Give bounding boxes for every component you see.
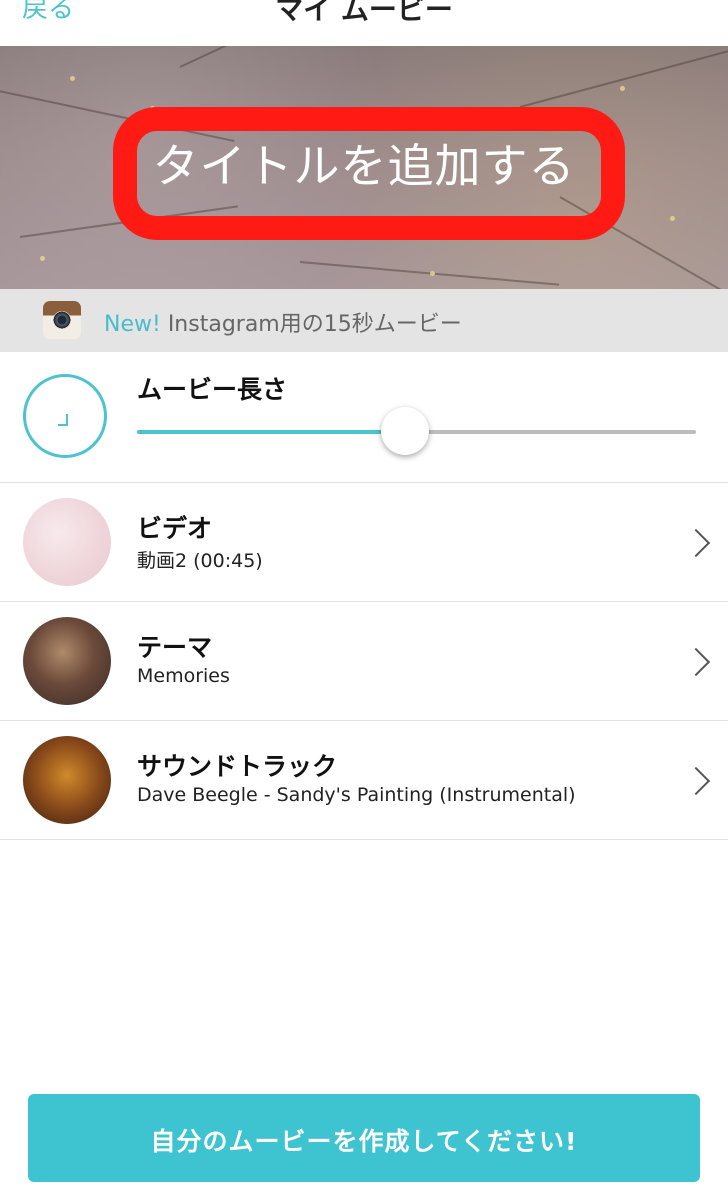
chevron-right-icon (681, 647, 711, 677)
movie-length-label: ムービー長さ (137, 375, 288, 404)
video-value: 動画2 (00:45) (137, 550, 263, 572)
blossom-decoration (70, 76, 75, 81)
blossom-decoration (670, 216, 675, 221)
soundtrack-label: サウンドトラック (137, 752, 338, 781)
instagram-promo-label: Instagram用の15秒ムービー (167, 312, 462, 337)
theme-value: Memories (137, 665, 230, 687)
blossom-decoration (40, 256, 45, 261)
video-row[interactable]: ビデオ 動画2 (00:45) (0, 483, 728, 602)
chevron-right-icon (681, 528, 711, 558)
clock-icon (23, 374, 107, 458)
slider-thumb[interactable] (381, 407, 430, 455)
soundtrack-row[interactable]: サウンドトラック Dave Beegle - Sandy's Painting … (0, 721, 728, 840)
blossom-decoration (430, 271, 435, 276)
blossom-decoration (620, 86, 625, 91)
theme-row[interactable]: テーマ Memories (0, 602, 728, 721)
chevron-right-icon (681, 766, 711, 796)
instagram-icon (43, 301, 81, 339)
page-title: マイ ムービー (275, 0, 453, 26)
theme-thumbnail (23, 617, 111, 705)
video-thumbnail (23, 498, 111, 586)
cover-banner[interactable]: タイトルを追加する (0, 46, 728, 289)
slider-fill (137, 430, 406, 434)
branch-decoration (179, 46, 362, 68)
clock-hand (58, 424, 68, 426)
branch-decoration (519, 46, 728, 108)
movie-length-row: ムービー長さ (0, 352, 728, 483)
soundtrack-value: Dave Beegle - Sandy's Painting (Instrume… (137, 784, 576, 806)
title-input[interactable]: タイトルを追加する (0, 130, 728, 196)
soundtrack-thumbnail (23, 736, 111, 824)
create-movie-button-label: 自分のムービーを作成してください! (150, 1127, 578, 1156)
create-movie-button[interactable]: 自分のムービーを作成してください! (28, 1094, 700, 1182)
instagram-promo-text: New! Instagram用の15秒ムービー (104, 306, 462, 338)
top-bar: 戻る マイ ムービー (0, 0, 728, 46)
new-badge: New! (104, 312, 161, 337)
camera-lens-icon (53, 311, 71, 329)
video-label: ビデオ (137, 514, 213, 543)
instagram-promo-bar[interactable]: New! Instagram用の15秒ムービー (0, 289, 728, 352)
theme-label: テーマ (137, 633, 213, 662)
